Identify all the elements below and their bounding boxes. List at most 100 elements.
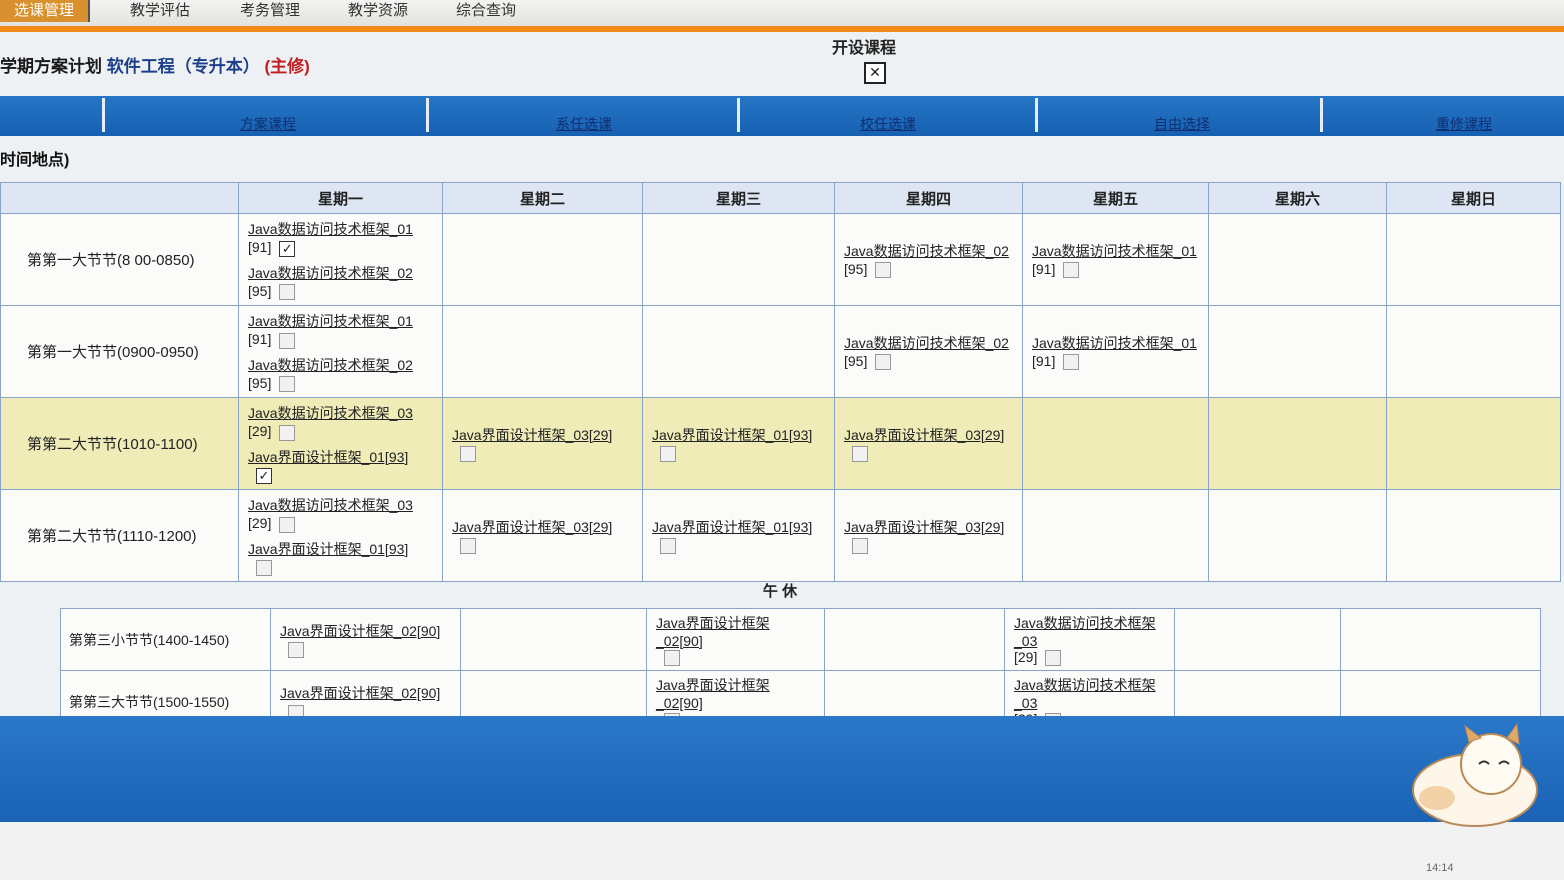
course-link[interactable]: Java数据访问技术框架_03 <box>248 497 413 513</box>
select-checkbox[interactable] <box>664 650 680 667</box>
timetable-cell: Java数据访问技术框架_02 [95] <box>834 213 1023 306</box>
course-link[interactable]: Java数据访问技术框架_02 <box>844 243 1009 259</box>
select-checkbox[interactable] <box>279 516 296 533</box>
course-capacity: [95] <box>844 352 868 369</box>
dialog-title: 开设课程 <box>832 40 897 57</box>
tab-free-choice[interactable]: 自由选择 <box>1154 114 1210 134</box>
timetable-cell <box>1208 213 1387 306</box>
select-checkbox[interactable] <box>1045 650 1062 667</box>
select-checkbox[interactable] <box>460 446 476 463</box>
course-link[interactable]: Java数据访问技术框架_02 <box>248 357 413 373</box>
select-checkbox[interactable] <box>660 446 676 463</box>
nav-tab-evaluation[interactable]: 教学评估 <box>116 0 204 22</box>
course-link[interactable]: Java数据访问技术框架_01 <box>1032 243 1197 259</box>
timetable-cell <box>642 213 835 306</box>
nav-tab-resources[interactable]: 教学资源 <box>334 0 422 22</box>
tab-plan-courses[interactable]: 方案课程 <box>240 114 296 134</box>
timetable-cell <box>460 607 647 672</box>
select-checkbox[interactable] <box>875 354 892 371</box>
select-checkbox[interactable] <box>1063 262 1080 279</box>
timetable-cell <box>1022 397 1209 490</box>
course-link[interactable]: Java数据访问技术框架_03 <box>248 405 413 421</box>
timetable-cell: Java界面设计框架_03[29] <box>442 397 643 490</box>
course-link[interactable]: Java数据访问技术框架_03 <box>1014 615 1156 649</box>
course-entry: Java数据访问技术框架_01 [91] <box>1024 238 1207 281</box>
course-entry: Java界面设计框架_02[90] <box>648 610 823 669</box>
timetable-cell: Java数据访问技术框架_03 [29] Java界面设计框架_01[93] <box>238 489 443 582</box>
course-link[interactable]: Java界面设计框架_02[90] <box>656 677 770 711</box>
course-link[interactable]: Java界面设计框架_01[93] <box>652 427 812 443</box>
day-header: 星期一 <box>238 182 443 214</box>
course-link[interactable]: Java数据访问技术框架_02 <box>844 335 1009 351</box>
select-checkbox[interactable] <box>256 559 272 576</box>
select-checkbox[interactable] <box>1063 354 1080 371</box>
course-capacity: [91] <box>248 331 272 348</box>
select-checkbox[interactable] <box>279 283 296 300</box>
select-checkbox[interactable] <box>288 642 304 659</box>
select-checkbox[interactable] <box>852 446 868 463</box>
course-entry: Java界面设计框架_03[29] <box>836 422 1021 465</box>
nav-tab-query[interactable]: 综合查询 <box>442 0 530 22</box>
timetable-cell: Java界面设计框架_03[29] <box>834 397 1023 490</box>
course-link[interactable]: Java界面设计框架_02[90] <box>280 623 440 639</box>
select-checkbox[interactable] <box>279 332 296 349</box>
select-checkbox[interactable] <box>279 375 296 392</box>
timetable-cell: Java界面设计框架_03[29] <box>834 489 1023 582</box>
tab-retake[interactable]: 重修课程 <box>1436 114 1492 134</box>
course-capacity: [29] <box>248 515 272 532</box>
timetable-cell: Java数据访问技术框架_01 [91] ✓ Java数据访问技术框架_02 [95] <box>238 213 443 306</box>
course-link[interactable]: Java界面设计框架_03[29] <box>452 427 612 443</box>
course-type-tabs: 方案课程 系任选课 校任选课 自由选择 重修课程 <box>0 96 1564 136</box>
course-link[interactable]: Java数据访问技术框架_01 <box>248 221 413 237</box>
timetable-cell <box>1208 305 1387 398</box>
course-entry: Java界面设计框架_03[29] <box>836 514 1021 557</box>
course-link[interactable]: Java界面设计框架_02[90] <box>280 685 440 701</box>
bottom-area <box>0 822 1564 880</box>
select-checkbox[interactable]: ✓ <box>279 240 296 257</box>
course-link[interactable]: Java数据访问技术框架_02 <box>248 265 413 281</box>
course-link[interactable]: Java界面设计框架_03[29] <box>452 519 612 535</box>
period-row: 第第一大节节(0900-0950) Java数据访问技术框架_01 [91] Java… <box>0 305 1561 398</box>
period-label: 第第二大节节(1010-1100) <box>0 397 239 490</box>
period-label: 第第二大节节(1110-1200) <box>0 489 239 582</box>
tab-school-elective[interactable]: 校任选课 <box>860 114 916 134</box>
section-label: 时间地点) <box>0 152 70 169</box>
select-checkbox[interactable] <box>660 538 676 555</box>
tab-dept-elective[interactable]: 系任选课 <box>556 114 612 134</box>
day-header: 星期四 <box>834 182 1023 214</box>
course-link[interactable]: Java数据访问技术框架_01 <box>248 313 413 329</box>
course-entry: Java界面设计框架_01[93] ✓ <box>240 444 441 487</box>
timetable-cell: Java界面设计框架_01[93] <box>642 489 835 582</box>
course-link[interactable]: Java界面设计框架_01[93] <box>248 449 408 465</box>
timetable-cell <box>1174 607 1341 672</box>
course-link[interactable]: Java界面设计框架_01[93] <box>248 541 408 557</box>
select-checkbox[interactable] <box>875 262 892 279</box>
timetable-cell <box>1386 305 1561 398</box>
select-checkbox[interactable] <box>279 424 296 441</box>
course-entry: Java数据访问技术框架_02 [95] <box>836 330 1021 373</box>
course-link[interactable]: Java界面设计框架_03[29] <box>844 427 1004 443</box>
plan-title: 学期方案计划 软件工程（专升本） (主修) <box>0 57 310 76</box>
course-capacity: [91] <box>1032 260 1056 277</box>
select-checkbox[interactable] <box>460 538 476 555</box>
course-entry: Java数据访问技术框架_01 [91] <box>1024 330 1207 373</box>
select-checkbox[interactable] <box>852 538 868 555</box>
course-entry: Java数据访问技术框架_03 [29] <box>240 400 441 443</box>
select-checkbox[interactable]: ✓ <box>256 467 272 484</box>
course-entry: Java数据访问技术框架_01 [91] ✓ <box>240 216 441 259</box>
timetable-cell <box>442 305 643 398</box>
course-link[interactable]: Java界面设计框架_01[93] <box>652 519 812 535</box>
timetable-cell: Java界面设计框架_01[93] <box>642 397 835 490</box>
period-label: 第第三小节节(1400-1450) <box>60 607 271 672</box>
course-capacity: [95] <box>248 282 272 299</box>
course-link[interactable]: Java界面设计框架_02[90] <box>656 615 770 649</box>
nav-tab-exam[interactable]: 考务管理 <box>226 0 314 22</box>
nav-tab-course-select[interactable]: 选课管理 <box>0 0 91 22</box>
course-link[interactable]: Java数据访问技术框架_01 <box>1032 335 1197 351</box>
course-entry: Java界面设计框架_03[29] <box>444 422 641 465</box>
top-nav: 选课管理 教学评估 考务管理 教学资源 综合查询 <box>0 0 1564 32</box>
course-link[interactable]: Java界面设计框架_03[29] <box>844 519 1004 535</box>
course-link[interactable]: Java数据访问技术框架_03 <box>1014 677 1156 711</box>
close-icon[interactable]: ✕ <box>864 62 886 84</box>
course-entry: Java数据访问技术框架_02 [95] <box>240 260 441 303</box>
